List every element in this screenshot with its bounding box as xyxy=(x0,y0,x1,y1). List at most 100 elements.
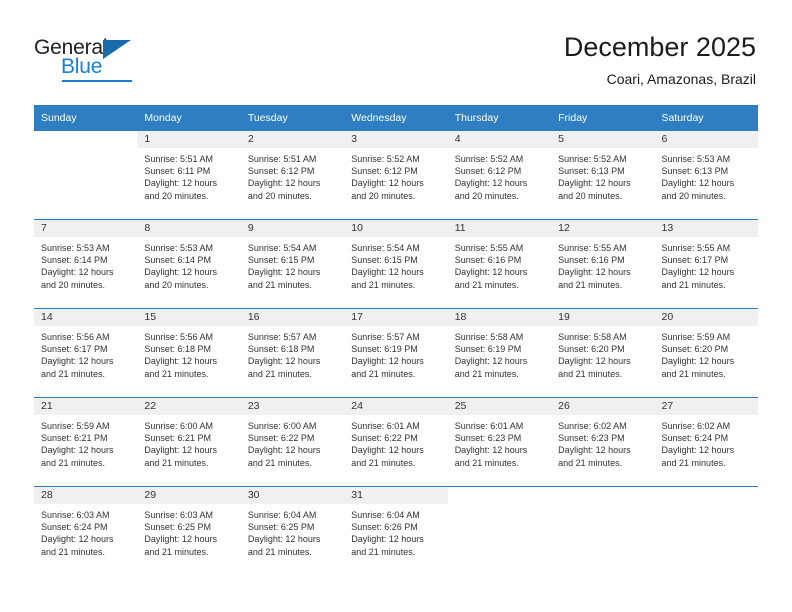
sunset-text: Sunset: 6:24 PM xyxy=(661,433,729,444)
day-cell[interactable]: 30 Sunrise: 6:04 AM Sunset: 6:25 PM Dayl… xyxy=(240,486,345,575)
sunset-text: Sunset: 6:21 PM xyxy=(144,433,211,444)
daylight-text-line1: Daylight: 12 hours xyxy=(247,445,321,456)
daylight-text-line2: and 20 minutes. xyxy=(558,190,623,201)
sunset-text: Sunset: 6:15 PM xyxy=(247,255,315,266)
day-cell[interactable]: 27 Sunrise: 6:02 AM Sunset: 6:24 PM Dayl… xyxy=(654,397,758,487)
title-block: December 2025 Coari, Amazonas, Brazil xyxy=(564,30,756,89)
day-number: 7 xyxy=(34,220,138,237)
sunrise-text: Sunrise: 5:57 AM xyxy=(247,332,317,342)
day-cell[interactable]: 19 Sunrise: 5:58 AM Sunset: 6:20 PM Dayl… xyxy=(551,308,655,398)
day-cell[interactable]: 25 Sunrise: 6:01 AM Sunset: 6:23 PM Dayl… xyxy=(447,397,552,487)
sunrise-text: Sunrise: 5:52 AM xyxy=(351,154,420,164)
daylight-text-line1: Daylight: 12 hours xyxy=(661,445,735,456)
sunrise-text: Sunrise: 5:53 AM xyxy=(661,154,731,164)
weekday-header-thursday: Thursday xyxy=(447,105,552,131)
day-cell[interactable]: 6 Sunrise: 5:53 AM Sunset: 6:13 PM Dayli… xyxy=(654,130,758,220)
day-cell[interactable]: 4 Sunrise: 5:52 AM Sunset: 6:12 PM Dayli… xyxy=(447,130,552,220)
calendar-week-row: 1 Sunrise: 5:51 AM Sunset: 6:11 PM Dayli… xyxy=(34,130,758,220)
day-cell[interactable]: 12 Sunrise: 5:55 AM Sunset: 6:16 PM Dayl… xyxy=(551,219,655,309)
day-number: 8 xyxy=(137,220,241,237)
day-cell[interactable]: 26 Sunrise: 6:02 AM Sunset: 6:23 PM Dayl… xyxy=(551,397,655,487)
generalblue-logo[interactable]: General Blue xyxy=(34,36,164,84)
daylight-text-line2: and 20 minutes. xyxy=(41,279,106,290)
day-number: 27 xyxy=(654,398,758,415)
daylight-text-line1: Daylight: 12 hours xyxy=(41,267,114,278)
sunset-text: Sunset: 6:22 PM xyxy=(247,433,315,444)
day-cell xyxy=(447,486,552,575)
day-number: 1 xyxy=(137,131,241,148)
daylight-text-line2: and 21 minutes. xyxy=(41,546,106,557)
day-cell[interactable]: 1 Sunrise: 5:51 AM Sunset: 6:11 PM Dayli… xyxy=(137,130,241,220)
daylight-text-line2: and 21 minutes. xyxy=(351,279,416,290)
daylight-text-line1: Daylight: 12 hours xyxy=(454,178,528,189)
day-cell[interactable]: 21 Sunrise: 5:59 AM Sunset: 6:21 PM Dayl… xyxy=(34,397,138,487)
day-cell[interactable]: 8 Sunrise: 5:53 AM Sunset: 6:14 PM Dayli… xyxy=(137,219,241,309)
day-cell xyxy=(551,486,655,575)
sunrise-text: Sunrise: 6:00 AM xyxy=(247,421,317,431)
day-cell[interactable]: 20 Sunrise: 5:59 AM Sunset: 6:20 PM Dayl… xyxy=(654,308,758,398)
daylight-text-line1: Daylight: 12 hours xyxy=(558,178,631,189)
sunset-text: Sunset: 6:20 PM xyxy=(661,344,729,355)
daylight-text-line2: and 21 minutes. xyxy=(247,368,312,379)
day-number: 30 xyxy=(240,487,345,504)
day-cell[interactable]: 10 Sunrise: 5:54 AM Sunset: 6:15 PM Dayl… xyxy=(344,219,448,309)
daylight-text-line2: and 21 minutes. xyxy=(454,279,519,290)
sunrise-text: Sunrise: 5:59 AM xyxy=(661,332,731,342)
sunrise-text: Sunrise: 5:55 AM xyxy=(661,243,731,253)
sunrise-text: Sunrise: 5:55 AM xyxy=(558,243,627,253)
day-cell[interactable]: 17 Sunrise: 5:57 AM Sunset: 6:19 PM Dayl… xyxy=(344,308,448,398)
day-cell[interactable]: 31 Sunrise: 6:04 AM Sunset: 6:26 PM Dayl… xyxy=(344,486,448,575)
day-number: 28 xyxy=(34,487,138,504)
day-cell[interactable]: 28 Sunrise: 6:03 AM Sunset: 6:24 PM Dayl… xyxy=(34,486,138,575)
daylight-text-line1: Daylight: 12 hours xyxy=(144,267,217,278)
daylight-text-line1: Daylight: 12 hours xyxy=(351,356,424,367)
day-cell[interactable]: 13 Sunrise: 5:55 AM Sunset: 6:17 PM Dayl… xyxy=(654,219,758,309)
daylight-text-line2: and 21 minutes. xyxy=(351,457,416,468)
daylight-text-line2: and 21 minutes. xyxy=(351,368,416,379)
day-cell[interactable]: 11 Sunrise: 5:55 AM Sunset: 6:16 PM Dayl… xyxy=(447,219,552,309)
triangle-flag-icon xyxy=(103,40,131,59)
sunset-text: Sunset: 6:23 PM xyxy=(454,433,522,444)
day-cell[interactable]: 22 Sunrise: 6:00 AM Sunset: 6:21 PM Dayl… xyxy=(137,397,241,487)
daylight-text-line1: Daylight: 12 hours xyxy=(351,178,424,189)
daylight-text-line1: Daylight: 12 hours xyxy=(558,356,631,367)
day-number: 14 xyxy=(34,309,138,326)
day-number xyxy=(34,131,138,148)
daylight-text-line1: Daylight: 12 hours xyxy=(661,178,735,189)
calendar-page: General Blue December 2025 Coari, Amazon… xyxy=(0,0,792,612)
sunset-text: Sunset: 6:20 PM xyxy=(558,344,625,355)
daylight-text-line2: and 21 minutes. xyxy=(247,546,312,557)
daylight-text-line2: and 21 minutes. xyxy=(144,368,209,379)
day-number: 20 xyxy=(654,309,758,326)
sunrise-text: Sunrise: 5:51 AM xyxy=(144,154,213,164)
day-cell[interactable]: 15 Sunrise: 5:56 AM Sunset: 6:18 PM Dayl… xyxy=(137,308,241,398)
calendar-week-row: 21 Sunrise: 5:59 AM Sunset: 6:21 PM Dayl… xyxy=(34,397,758,487)
day-number: 4 xyxy=(447,131,552,148)
sunrise-text: Sunrise: 5:55 AM xyxy=(454,243,524,253)
day-cell[interactable]: 3 Sunrise: 5:52 AM Sunset: 6:12 PM Dayli… xyxy=(344,130,448,220)
sunrise-text: Sunrise: 6:03 AM xyxy=(144,510,213,520)
day-cell[interactable]: 7 Sunrise: 5:53 AM Sunset: 6:14 PM Dayli… xyxy=(34,219,138,309)
day-number: 12 xyxy=(551,220,655,237)
daylight-text-line2: and 20 minutes. xyxy=(247,190,312,201)
day-cell[interactable]: 5 Sunrise: 5:52 AM Sunset: 6:13 PM Dayli… xyxy=(551,130,655,220)
day-cell[interactable]: 16 Sunrise: 5:57 AM Sunset: 6:18 PM Dayl… xyxy=(240,308,345,398)
day-number: 25 xyxy=(447,398,552,415)
day-cell[interactable]: 2 Sunrise: 5:51 AM Sunset: 6:12 PM Dayli… xyxy=(240,130,345,220)
day-cell[interactable]: 18 Sunrise: 5:58 AM Sunset: 6:19 PM Dayl… xyxy=(447,308,552,398)
day-number: 23 xyxy=(240,398,345,415)
daylight-text-line2: and 21 minutes. xyxy=(558,279,623,290)
day-cell[interactable]: 29 Sunrise: 6:03 AM Sunset: 6:25 PM Dayl… xyxy=(137,486,241,575)
sunset-text: Sunset: 6:12 PM xyxy=(351,166,418,177)
sunrise-text: Sunrise: 6:03 AM xyxy=(41,510,110,520)
day-cell[interactable]: 24 Sunrise: 6:01 AM Sunset: 6:22 PM Dayl… xyxy=(344,397,448,487)
daylight-text-line2: and 21 minutes. xyxy=(144,546,209,557)
daylight-text-line1: Daylight: 12 hours xyxy=(351,267,424,278)
day-number: 26 xyxy=(551,398,655,415)
sunrise-text: Sunrise: 6:01 AM xyxy=(351,421,420,431)
sunset-text: Sunset: 6:14 PM xyxy=(41,255,108,266)
day-cell[interactable]: 14 Sunrise: 5:56 AM Sunset: 6:17 PM Dayl… xyxy=(34,308,138,398)
daylight-text-line1: Daylight: 12 hours xyxy=(558,445,631,456)
day-cell[interactable]: 9 Sunrise: 5:54 AM Sunset: 6:15 PM Dayli… xyxy=(240,219,345,309)
day-cell[interactable]: 23 Sunrise: 6:00 AM Sunset: 6:22 PM Dayl… xyxy=(240,397,345,487)
